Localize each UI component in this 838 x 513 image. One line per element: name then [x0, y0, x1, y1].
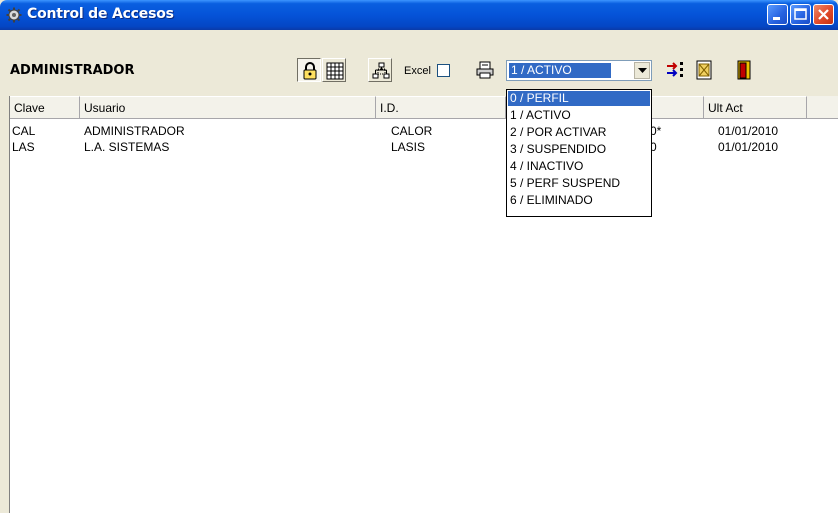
users-table[interactable]: Clave Usuario I.D. Ult Act CAL ADMINISTR… — [9, 96, 838, 513]
cell-usuario[interactable]: L.A. SISTEMAS — [84, 140, 169, 154]
grid-view-button[interactable] — [322, 58, 346, 82]
dropdown-option[interactable]: 6 / ELIMINADO — [508, 193, 650, 208]
app-window: Control de Accesos ADMINISTRADOR Excel 1… — [0, 0, 838, 513]
maximize-icon — [794, 8, 807, 20]
report-icon[interactable] — [693, 58, 717, 82]
status-combo[interactable]: 1 / ACTIVO — [506, 60, 652, 81]
column-header-id[interactable]: I.D. — [376, 96, 506, 118]
cell-ult-act[interactable]: 01/01/2010 — [718, 140, 778, 154]
dropdown-option[interactable]: 3 / SUSPENDIDO — [508, 142, 650, 157]
transfer-icon[interactable] — [664, 58, 688, 82]
minimize-button[interactable] — [767, 4, 788, 25]
chevron-down-icon — [638, 68, 647, 73]
cell-clave[interactable]: LAS — [12, 140, 35, 154]
current-user-label: ADMINISTRADOR — [10, 63, 135, 78]
table-header: Clave Usuario I.D. Ult Act — [10, 96, 838, 119]
dropdown-option[interactable]: 4 / INACTIVO — [508, 159, 650, 174]
dropdown-option[interactable]: 1 / ACTIVO — [508, 108, 650, 123]
title-bar[interactable]: Control de Accesos — [0, 0, 838, 30]
gear-icon[interactable] — [6, 7, 22, 23]
column-header-usuario[interactable]: Usuario — [80, 96, 376, 118]
status-dropdown-list[interactable]: 0 / PERFIL 1 / ACTIVO 2 / POR ACTIVAR 3 … — [506, 89, 652, 217]
cell-clave[interactable]: CAL — [12, 124, 35, 138]
cell-ult-act[interactable]: 01/01/2010 — [718, 124, 778, 138]
dropdown-option[interactable]: 5 / PERF SUSPEND — [508, 176, 650, 191]
window-title: Control de Accesos — [27, 6, 174, 22]
status-combo-value: 1 / ACTIVO — [509, 63, 611, 78]
dropdown-option[interactable]: 2 / POR ACTIVAR — [508, 125, 650, 140]
exit-door-icon[interactable] — [732, 58, 756, 82]
close-button[interactable] — [813, 4, 834, 25]
column-header-ult-act[interactable]: Ult Act — [704, 96, 807, 118]
minimize-icon — [773, 17, 780, 20]
cell-usuario[interactable]: ADMINISTRADOR — [84, 124, 185, 138]
lock-button[interactable] — [297, 58, 321, 82]
close-icon — [818, 9, 829, 20]
tree-structure-icon — [372, 62, 390, 79]
printer-icon[interactable] — [475, 61, 495, 79]
column-header-clave[interactable]: Clave — [10, 96, 80, 118]
dropdown-option[interactable]: 0 / PERFIL — [508, 91, 650, 106]
cell-id[interactable]: CALOR — [391, 124, 432, 138]
maximize-button[interactable] — [790, 4, 811, 25]
excel-checkbox[interactable] — [437, 64, 450, 77]
excel-label: Excel — [404, 65, 431, 77]
tree-button[interactable] — [368, 58, 392, 82]
cell-id[interactable]: LASIS — [391, 140, 425, 154]
padlock-icon — [303, 62, 317, 80]
combo-dropdown-button[interactable] — [634, 62, 650, 79]
grid-icon — [326, 62, 344, 80]
